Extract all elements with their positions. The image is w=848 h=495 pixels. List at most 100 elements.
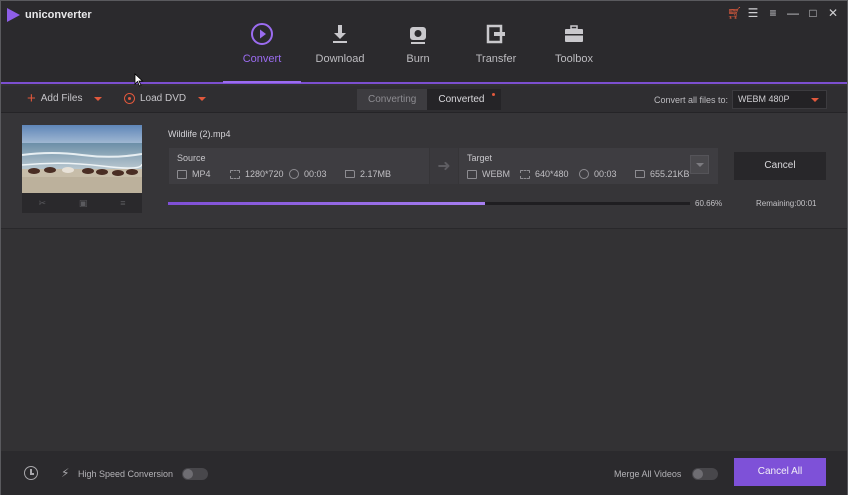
source-format-value: MP4 (192, 169, 211, 179)
source-size: 2.17MB (345, 169, 391, 179)
main-nav: Convert Download Burn Transfer Toolbox (223, 21, 613, 83)
target-resolution-value: 640*480 (535, 169, 569, 179)
nav-convert-label: Convert (242, 53, 282, 65)
file-item: ✂ ▣ ≡ Wildlife (2).mp4 Source MP4 1280*7… (1, 113, 847, 229)
convert-all-label: Convert all files to: (654, 95, 729, 105)
cart-icon[interactable]: 🛒︎ (727, 6, 742, 20)
nav-burn-label: Burn (406, 53, 430, 65)
target-size-value: 655.21KB (650, 169, 690, 179)
source-duration-value: 00:03 (304, 169, 327, 179)
add-files-label: Add Files (40, 93, 83, 104)
arrow-right-icon: ➜ (430, 148, 458, 184)
folder-icon (345, 170, 355, 178)
source-heading: Source (177, 153, 206, 163)
add-files-button[interactable]: + Add Files (27, 89, 103, 107)
load-dvd-button[interactable]: Load DVD (124, 93, 207, 104)
remaining-time: Remaining:00:01 (756, 199, 817, 208)
chevron-down-icon (811, 98, 819, 102)
minimize-icon[interactable]: — (787, 6, 799, 20)
high-speed-toggle[interactable] (182, 468, 208, 480)
top-bar: uniconverter 🛒︎ ☰ ≡ — □ ✕ Convert Downlo… (1, 1, 847, 84)
nav-convert[interactable]: Convert (223, 21, 301, 83)
trim-icon[interactable]: ✂ (38, 198, 46, 209)
clock-icon (579, 169, 589, 179)
burn-icon (379, 21, 457, 47)
alarm-clock-icon[interactable] (24, 466, 38, 480)
thumbnail-image (22, 125, 142, 193)
film-icon (177, 169, 187, 179)
mouse-cursor-icon (134, 73, 144, 87)
effects-icon[interactable]: ≡ (120, 198, 125, 208)
transfer-icon (457, 21, 535, 47)
resolution-icon (230, 169, 240, 179)
status-tabs: Converting Converted (357, 89, 501, 110)
lightning-icon: ⚡︎ (61, 466, 70, 480)
source-resolution: 1280*720 (230, 169, 289, 179)
convert-all-value: WEBM 480P (738, 94, 790, 104)
window-controls: 🛒︎ ☰ ≡ — □ ✕ (727, 6, 839, 20)
nav-download[interactable]: Download (301, 21, 379, 65)
nav-burn[interactable]: Burn (379, 21, 457, 65)
toolbar: + Add Files Load DVD Converting Converte… (1, 86, 847, 113)
nav-toolbox-label: Toolbox (555, 53, 593, 65)
app-title: uniconverter (25, 9, 92, 21)
source-size-value: 2.17MB (360, 169, 392, 179)
nav-transfer-label: Transfer (475, 53, 517, 65)
merge-label: Merge All Videos (614, 469, 682, 479)
target-format-value: WEBM (482, 169, 510, 179)
merge-toggle[interactable] (692, 468, 718, 480)
tab-converted-label: Converted (438, 94, 485, 105)
target-resolution: 640*480 (520, 169, 579, 179)
tab-converted[interactable]: Converted (427, 89, 501, 110)
dvd-icon (124, 93, 135, 104)
cancel-all-button[interactable]: Cancel All (734, 458, 826, 486)
source-info: Source MP4 1280*720 00:03 2.17MB (169, 148, 429, 184)
load-dvd-label: Load DVD (140, 93, 187, 104)
film-icon (467, 169, 477, 179)
notification-dot (491, 93, 495, 96)
high-speed-label: High Speed Conversion (78, 469, 174, 479)
footer-bar: ⚡︎ High Speed Conversion Merge All Video… (1, 451, 847, 495)
source-details: MP4 1280*720 00:03 2.17MB (177, 169, 391, 179)
convert-all-select[interactable]: WEBM 480P (732, 90, 827, 109)
progress-fill (168, 202, 485, 205)
cancel-button[interactable]: Cancel (734, 152, 826, 180)
file-name: Wildlife (2).mp4 (168, 129, 231, 139)
folder-icon (635, 170, 645, 178)
account-icon[interactable]: ☰ (747, 6, 759, 20)
convert-icon (223, 21, 301, 47)
target-duration: 00:03 (579, 169, 635, 179)
crop-icon[interactable]: ▣ (79, 198, 88, 209)
close-icon[interactable]: ✕ (827, 6, 839, 20)
target-format-dropdown[interactable] (690, 155, 709, 174)
progress-bar (168, 202, 690, 205)
tab-converting[interactable]: Converting (357, 89, 428, 110)
thumbnail-tools: ✂ ▣ ≡ (22, 193, 142, 213)
source-resolution-value: 1280*720 (245, 169, 284, 179)
nav-transfer[interactable]: Transfer (457, 21, 535, 65)
maximize-icon[interactable]: □ (807, 6, 819, 20)
target-details: WEBM 640*480 00:03 655.21KB (467, 169, 690, 179)
app-logo: uniconverter (7, 8, 92, 22)
logo-play-icon (7, 8, 20, 22)
source-duration: 00:03 (289, 169, 345, 179)
source-format: MP4 (177, 169, 230, 179)
download-icon (301, 21, 379, 47)
target-info[interactable]: Target WEBM 640*480 00:03 655.21KB (459, 148, 718, 184)
chevron-down-icon[interactable] (94, 96, 103, 101)
app-window: uniconverter 🛒︎ ☰ ≡ — □ ✕ Convert Downlo… (0, 0, 848, 495)
nav-download-label: Download (315, 53, 365, 65)
chevron-down-icon[interactable] (198, 96, 207, 101)
toolbox-icon (535, 21, 613, 47)
target-format: WEBM (467, 169, 520, 179)
nav-toolbox[interactable]: Toolbox (535, 21, 613, 65)
target-heading: Target (467, 153, 493, 163)
clock-icon (289, 169, 299, 179)
target-size: 655.21KB (635, 169, 690, 179)
target-duration-value: 00:03 (594, 169, 617, 179)
resolution-icon (520, 169, 530, 179)
progress-percent: 60.66% (695, 199, 723, 208)
plus-icon: + (27, 89, 36, 107)
menu-icon[interactable]: ≡ (767, 6, 779, 20)
video-thumbnail[interactable]: ✂ ▣ ≡ (22, 125, 142, 213)
